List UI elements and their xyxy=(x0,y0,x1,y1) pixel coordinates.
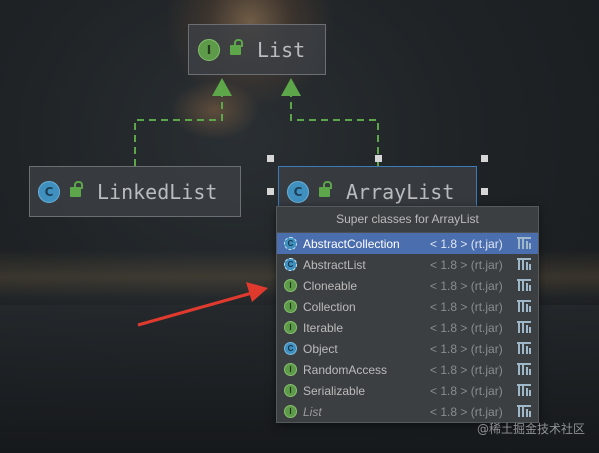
library-icon xyxy=(517,384,531,396)
item-version: < 1.8 > (rt.jar) xyxy=(430,320,503,335)
edge-arrowhead-left xyxy=(212,78,232,96)
interface-icon: I xyxy=(284,363,297,376)
item-name: Cloneable xyxy=(303,278,358,293)
item-name: RandomAccess xyxy=(303,362,388,377)
item-name: AbstractCollection xyxy=(303,236,400,251)
list-item[interactable]: C AbstractList < 1.8 > (rt.jar) xyxy=(277,254,538,275)
library-icon xyxy=(517,321,531,333)
item-name: Object xyxy=(303,341,338,356)
selection-handle[interactable] xyxy=(481,155,488,162)
item-name: Collection xyxy=(303,299,356,314)
list-item[interactable]: I Collection < 1.8 > (rt.jar) xyxy=(277,296,538,317)
item-version: < 1.8 > (rt.jar) xyxy=(430,257,503,272)
popup-title: Super classes for ArrayList xyxy=(277,207,538,233)
list-item[interactable]: I Iterable < 1.8 > (rt.jar) xyxy=(277,317,538,338)
library-icon xyxy=(517,300,531,312)
edge-arrowhead-right xyxy=(281,78,301,96)
node-label: ArrayList xyxy=(346,179,455,204)
lock-icon xyxy=(319,180,332,197)
class-icon: C xyxy=(38,180,60,203)
class-icon: C xyxy=(287,180,309,203)
item-version: < 1.8 > (rt.jar) xyxy=(430,362,503,377)
lock-icon xyxy=(70,180,83,197)
edge-arraylist-to-list xyxy=(290,96,379,166)
lock-icon xyxy=(230,38,243,55)
list-item[interactable]: I Cloneable < 1.8 > (rt.jar) xyxy=(277,275,538,296)
library-icon xyxy=(517,363,531,375)
item-version: < 1.8 > (rt.jar) xyxy=(430,383,503,398)
selection-handle[interactable] xyxy=(481,188,488,195)
edge-linkedlist-to-list xyxy=(134,96,223,166)
list-item[interactable]: I List < 1.8 > (rt.jar) xyxy=(277,401,538,422)
interface-icon: I xyxy=(284,321,297,334)
popup-list[interactable]: C AbstractCollection < 1.8 > (rt.jar) C … xyxy=(277,233,538,422)
library-icon xyxy=(517,342,531,354)
library-icon xyxy=(517,405,531,417)
item-version: < 1.8 > (rt.jar) xyxy=(430,236,503,251)
interface-icon: I xyxy=(284,384,297,397)
library-icon xyxy=(517,237,531,249)
item-name: Serializable xyxy=(303,383,366,398)
interface-icon: I xyxy=(284,279,297,292)
list-item[interactable]: I RandomAccess < 1.8 > (rt.jar) xyxy=(277,359,538,380)
class-icon: C xyxy=(284,342,297,355)
watermark: @稀土掘金技术社区 xyxy=(476,422,585,436)
node-list[interactable]: I List xyxy=(188,24,326,75)
node-linkedlist[interactable]: C LinkedList xyxy=(29,166,241,217)
super-classes-popup[interactable]: Super classes for ArrayList C AbstractCo… xyxy=(276,206,539,423)
list-item[interactable]: I Serializable < 1.8 > (rt.jar) xyxy=(277,380,538,401)
interface-icon: I xyxy=(198,38,220,61)
interface-icon: I xyxy=(284,405,297,418)
interface-icon: I xyxy=(284,300,297,313)
node-label: LinkedList xyxy=(97,179,218,204)
list-item[interactable]: C Object < 1.8 > (rt.jar) xyxy=(277,338,538,359)
item-name: AbstractList xyxy=(303,257,366,272)
item-version: < 1.8 > (rt.jar) xyxy=(430,278,503,293)
selection-handle[interactable] xyxy=(267,188,274,195)
selection-handle[interactable] xyxy=(267,155,274,162)
item-version: < 1.8 > (rt.jar) xyxy=(430,404,503,419)
item-version: < 1.8 > (rt.jar) xyxy=(430,341,503,356)
abstract-class-icon: C xyxy=(284,258,297,271)
library-icon xyxy=(517,279,531,291)
abstract-class-icon: C xyxy=(284,237,297,250)
item-version: < 1.8 > (rt.jar) xyxy=(430,299,503,314)
selection-handle[interactable] xyxy=(375,155,382,162)
list-item[interactable]: C AbstractCollection < 1.8 > (rt.jar) xyxy=(277,233,538,254)
item-name: List xyxy=(303,404,322,419)
node-label: List xyxy=(257,37,306,62)
item-name: Iterable xyxy=(303,320,344,335)
library-icon xyxy=(517,258,531,270)
